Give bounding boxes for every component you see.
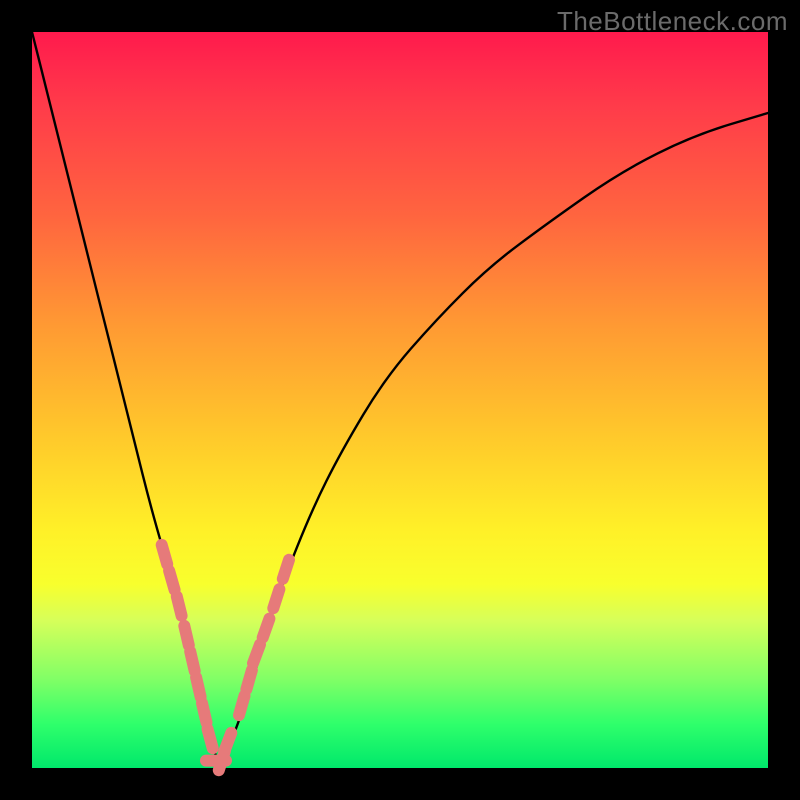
marker-segment (190, 652, 195, 672)
marker-segment (263, 619, 270, 638)
marker-segment (273, 589, 279, 608)
watermark-text: TheBottleneck.com (557, 6, 788, 37)
marker-segment (162, 545, 168, 564)
marker-segment (169, 571, 175, 590)
highlighted-markers (162, 545, 289, 770)
marker-segment (196, 677, 201, 697)
curve-layer (32, 32, 768, 768)
marker-segment (253, 645, 260, 664)
marker-segment (224, 733, 231, 752)
marker-segment (283, 560, 289, 579)
marker-segment (202, 703, 207, 722)
marker-segment (177, 596, 182, 615)
marker-segment (246, 670, 252, 689)
marker-segment (239, 696, 245, 715)
bottleneck-curve (32, 32, 768, 761)
marker-segment (184, 626, 189, 646)
outer-frame: TheBottleneck.com (0, 0, 800, 800)
marker-segment (208, 729, 213, 748)
